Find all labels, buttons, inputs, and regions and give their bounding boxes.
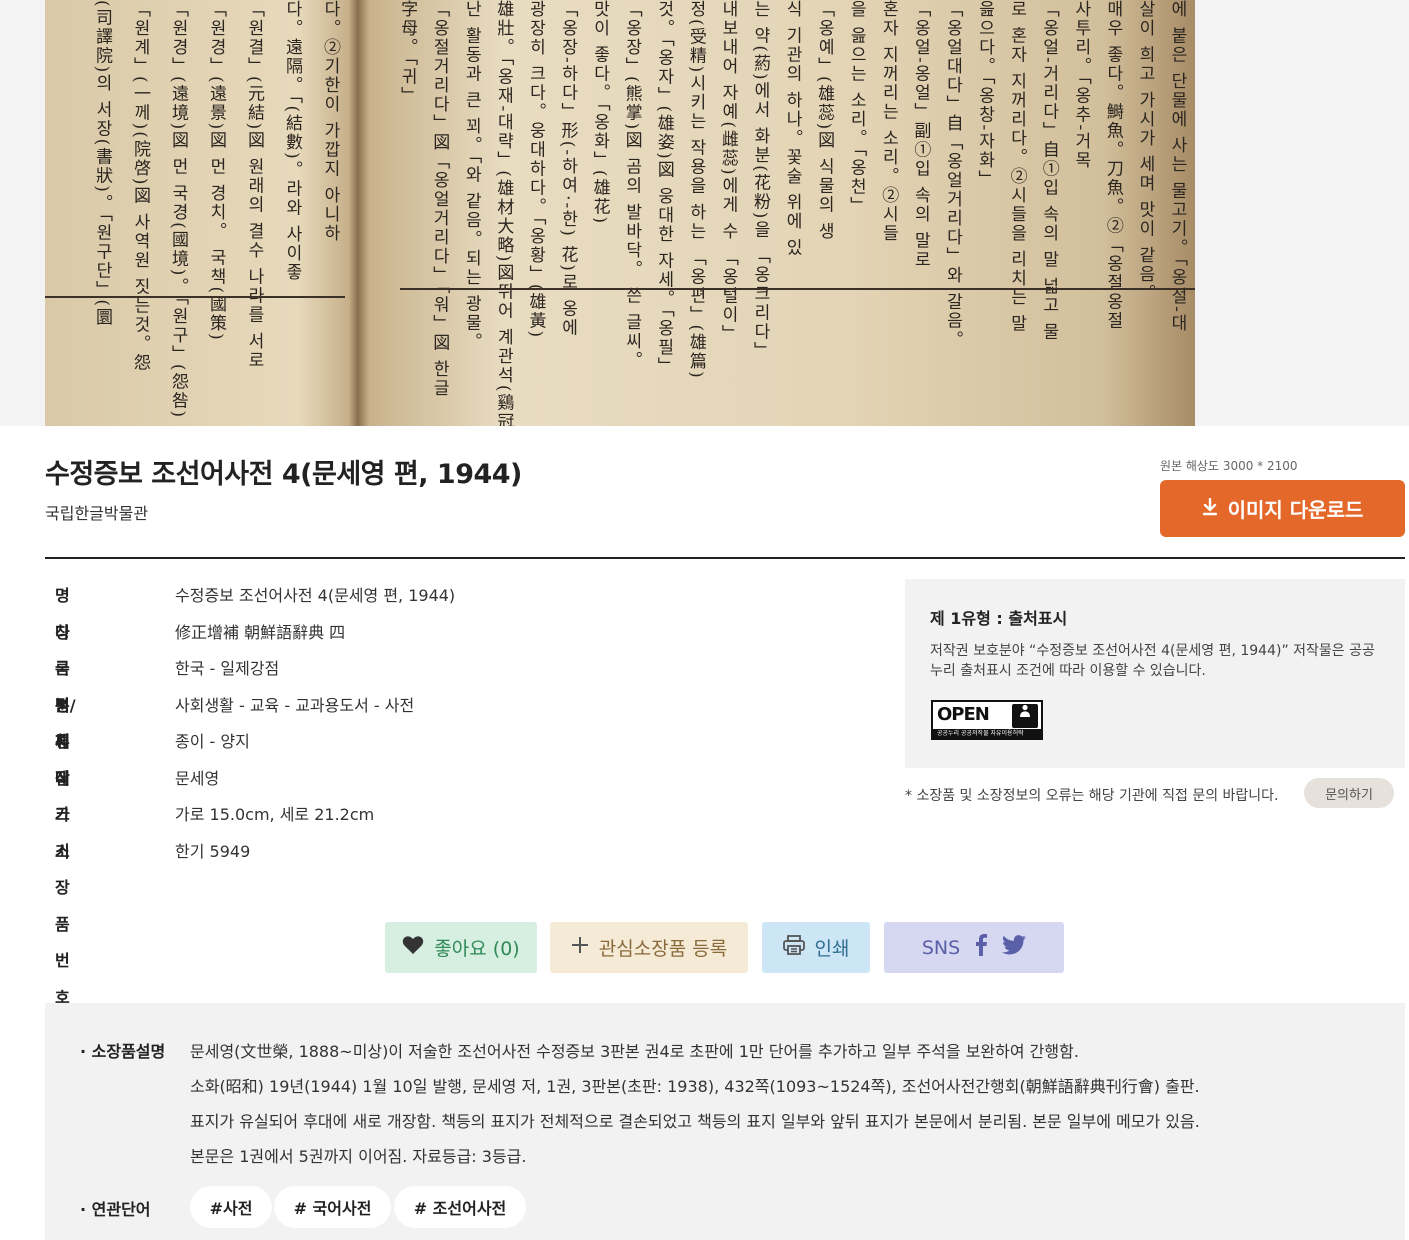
page-text-column: 「원결」(元結)図 원래의 결수 나라를 서로 xyxy=(244,0,264,370)
image-download-button[interactable]: 이미지 다운로드 xyxy=(1160,480,1405,537)
description-line: 본문은 1권에서 5권까지 이어짐. 자료등급: 3등급. xyxy=(190,1147,527,1166)
related-words-label: · 연관단어 xyxy=(80,1200,151,1219)
page-text-column: 내보내어 자예(雌蕊)에게 수 「옹털이」 xyxy=(720,0,738,344)
left-page-text: 다。②기한이 가깝지 아니하 다。遠隔。「(結數)。라와 사이좋 「원결」(元結)図… xyxy=(53,0,343,426)
sns-label: SNS xyxy=(921,936,961,959)
tag-joseon-dictionary[interactable]: # 조선어사전 xyxy=(394,1186,526,1228)
page-text-column: 매우 좋다。鰣魚。刀魚。②「옹절옹절 xyxy=(1105,0,1123,331)
inquiry-button[interactable]: 문의하기 xyxy=(1304,778,1394,808)
header-divider xyxy=(45,557,1405,559)
open-logo-text: OPEN xyxy=(937,704,990,725)
page-rule xyxy=(45,296,345,298)
metadata-value: 종이 - 양지 xyxy=(175,732,250,751)
download-label: 이미지 다운로드 xyxy=(1227,498,1364,522)
page-text-column: 것。「옹자」(雄姿)図 웅대한 자세。「옹필」 xyxy=(656,0,674,377)
print-label: 인쇄 xyxy=(814,938,850,960)
page-text-column: 「옹장」(熊掌)図 곰의 발바닥。 쓴 글씨。 xyxy=(624,0,642,370)
page-text-column: 「원계」(一께)(院啓)図 사역원 짓는것。怨 xyxy=(130,0,150,373)
description-line: 소화(昭和) 19년(1944) 1월 10일 발행, 문세영 저, 1권, 3… xyxy=(190,1077,1200,1096)
sns-share-bar: SNS xyxy=(884,922,1064,973)
tag-korean-dictionary[interactable]: # 국어사전 xyxy=(274,1186,391,1228)
page-text-column: 「옹얼-옹얼」副①입 속의 말로 xyxy=(913,0,931,270)
page-text-column: 「옹얼-거리다」自①입 속의 말 넓고 물 xyxy=(1041,0,1059,342)
organization-name: 국립한글박물관 xyxy=(45,504,149,523)
license-title: 제 1유형 : 출처표시 xyxy=(930,609,1068,628)
page-text-column: 식 기관의 하나。꽃술 위에 있 xyxy=(784,0,803,258)
page-text-column: 다。②기한이 가깝지 아니하 xyxy=(320,0,340,243)
metadata-value: 한기 5949 xyxy=(175,841,251,861)
page-text-column: 「옹장-하다」形(-하여·-한) 花)로 옹에 xyxy=(560,0,578,338)
metadata-value: 修正增補 朝鮮語辭典 四 xyxy=(175,622,346,642)
description-label: · 소장품설명 xyxy=(80,1042,166,1061)
page-text-column: 다。遠隔。「(結數)。라와 사이좋 xyxy=(282,0,302,283)
page-text-column: 정(受精)시키는 작용을 하는 「옹편」(雄篇) xyxy=(688,0,706,380)
page-text-column: 난 활동과 큰 꾀。「와 같음。되는 광물。 xyxy=(464,0,482,352)
metadata-value: 문세영 xyxy=(175,768,220,788)
twitter-icon[interactable] xyxy=(1002,935,1027,960)
attribution-icon xyxy=(1012,704,1038,728)
print-button[interactable]: 인쇄 xyxy=(762,922,870,973)
page-title: 수정증보 조선어사전 4(문세영 편, 1944) xyxy=(45,459,522,490)
metadata-value: 한국 - 일제강점 xyxy=(175,659,280,678)
description-line: 문세영(文世榮, 1888~미상)이 저술한 조선어사전 수정증보 3판본 권4… xyxy=(190,1042,1079,1061)
page-text-column: 字母。「귀」 xyxy=(400,0,418,106)
plus-icon xyxy=(571,936,589,959)
page-text-column: 「옹예」(雄蕊)図 식물의 생 xyxy=(817,0,835,242)
add-favorite-button[interactable]: 관심소장품 등록 xyxy=(550,922,748,973)
license-box: 제 1유형 : 출처표시 저작권 보호분야 “수정증보 조선어사전 4(문세영 … xyxy=(905,579,1405,768)
license-text: 저작권 보호분야 “수정증보 조선어사전 4(문세영 편, 1944)” 저작물… xyxy=(930,643,1375,679)
metadata-value: 사회생활 - 교육 - 교과용도서 - 사전 xyxy=(175,695,415,715)
right-page-text: 에 붙은 단물에 사는 물고기。「옹절-대 살이 희고 가시가 세며 맛이 같음。… xyxy=(400,0,1190,426)
metadata-label: 소장품번호 xyxy=(55,841,70,1007)
artifact-image[interactable]: 다。②기한이 가깝지 아니하 다。遠隔。「(結數)。라와 사이좋 「원결」(元結)図… xyxy=(45,0,1195,426)
page-text-column: 「옹절거리다」図「옹얼거리다」「워」図 한글 xyxy=(432,0,450,398)
page-text-column: 광장히 크다。웅대하다。「옹황」(雄黃) xyxy=(528,0,546,340)
like-button[interactable]: 좋아요 (0) xyxy=(385,922,537,973)
page-text-column: 에 붙은 단물에 사는 물고기。「옹절-대 xyxy=(1169,0,1187,333)
kogl-open-badge[interactable]: OPEN 공공누리 공공저작물 자유이용허락 xyxy=(931,700,1043,740)
page-text-column: 는 약(葯)에서 화분(花粉)을 「옹크리다」 xyxy=(752,0,770,361)
page-text-column: 읊으다。「옹창-자화」 xyxy=(977,0,995,190)
download-icon xyxy=(1202,497,1218,521)
open-badge-caption: 공공누리 공공저작물 자유이용허락 xyxy=(933,729,1041,738)
favorite-label: 관심소장품 등록 xyxy=(598,938,728,960)
page-text-column: 사투리。「옹추-거목 xyxy=(1073,0,1091,171)
page-text-column: 혼자 지꺼리는 소리。②시들 xyxy=(881,0,899,243)
page-text-column: 살이 희고 가시가 세며 맛이 같음。 xyxy=(1137,0,1155,304)
like-label: 좋아요 (0) xyxy=(434,938,520,960)
page-text-column: 「옹얼대다」自「옹얼거리다」와 갈음。 xyxy=(945,0,963,350)
image-strip: 다。②기한이 가깝지 아니하 다。遠隔。「(結數)。라와 사이좋 「원결」(元結)図… xyxy=(0,0,1409,426)
page-text-column: 을 읊으는 소리。「옹천」 xyxy=(849,0,867,216)
error-notice: * 소장품 및 소장정보의 오류는 해당 기관에 직접 문의 바랍니다. xyxy=(905,788,1279,804)
metadata-value: 가로 15.0cm, 세로 21.2cm xyxy=(175,805,375,824)
page-rule xyxy=(400,288,1195,290)
page-text-column: 맛이 좋다。「옹화」(雄花) xyxy=(592,0,610,226)
facebook-icon[interactable] xyxy=(974,934,988,961)
description-box: · 소장품설명 문세영(文世榮, 1888~미상)이 저술한 조선어사전 수정증… xyxy=(45,1003,1405,1240)
resolution-note: 원본 해상도 3000 * 2100 xyxy=(1160,459,1298,473)
page-text-column: (司譯院)의 서장(書狀)。「원구단」(圜 xyxy=(92,0,112,328)
page-text-column: 雄壯。「옹재-대략」(雄材大略)図뛰어 계관석(鷄冠 xyxy=(496,0,514,426)
page-text-column: 로 혼자 지꺼리다。②시들을 리치는 말 xyxy=(1009,0,1027,334)
page-text-column: 「원경」(遠景)図 먼 경치。 국책(國策) xyxy=(206,0,226,342)
tag-dictionary[interactable]: #사전 xyxy=(190,1186,272,1228)
printer-icon xyxy=(782,935,805,960)
description-line: 표지가 유실되어 후대에 새로 개장함. 책등의 표지가 전체적으로 결손되었고… xyxy=(190,1112,1200,1131)
metadata-value: 수정증보 조선어사전 4(문세영 편, 1944) xyxy=(175,586,456,605)
page-text-column: 「원경」(遠境)図 먼 국경(國境)。「원구」(怨咎) xyxy=(168,0,188,420)
heart-icon xyxy=(402,935,424,960)
